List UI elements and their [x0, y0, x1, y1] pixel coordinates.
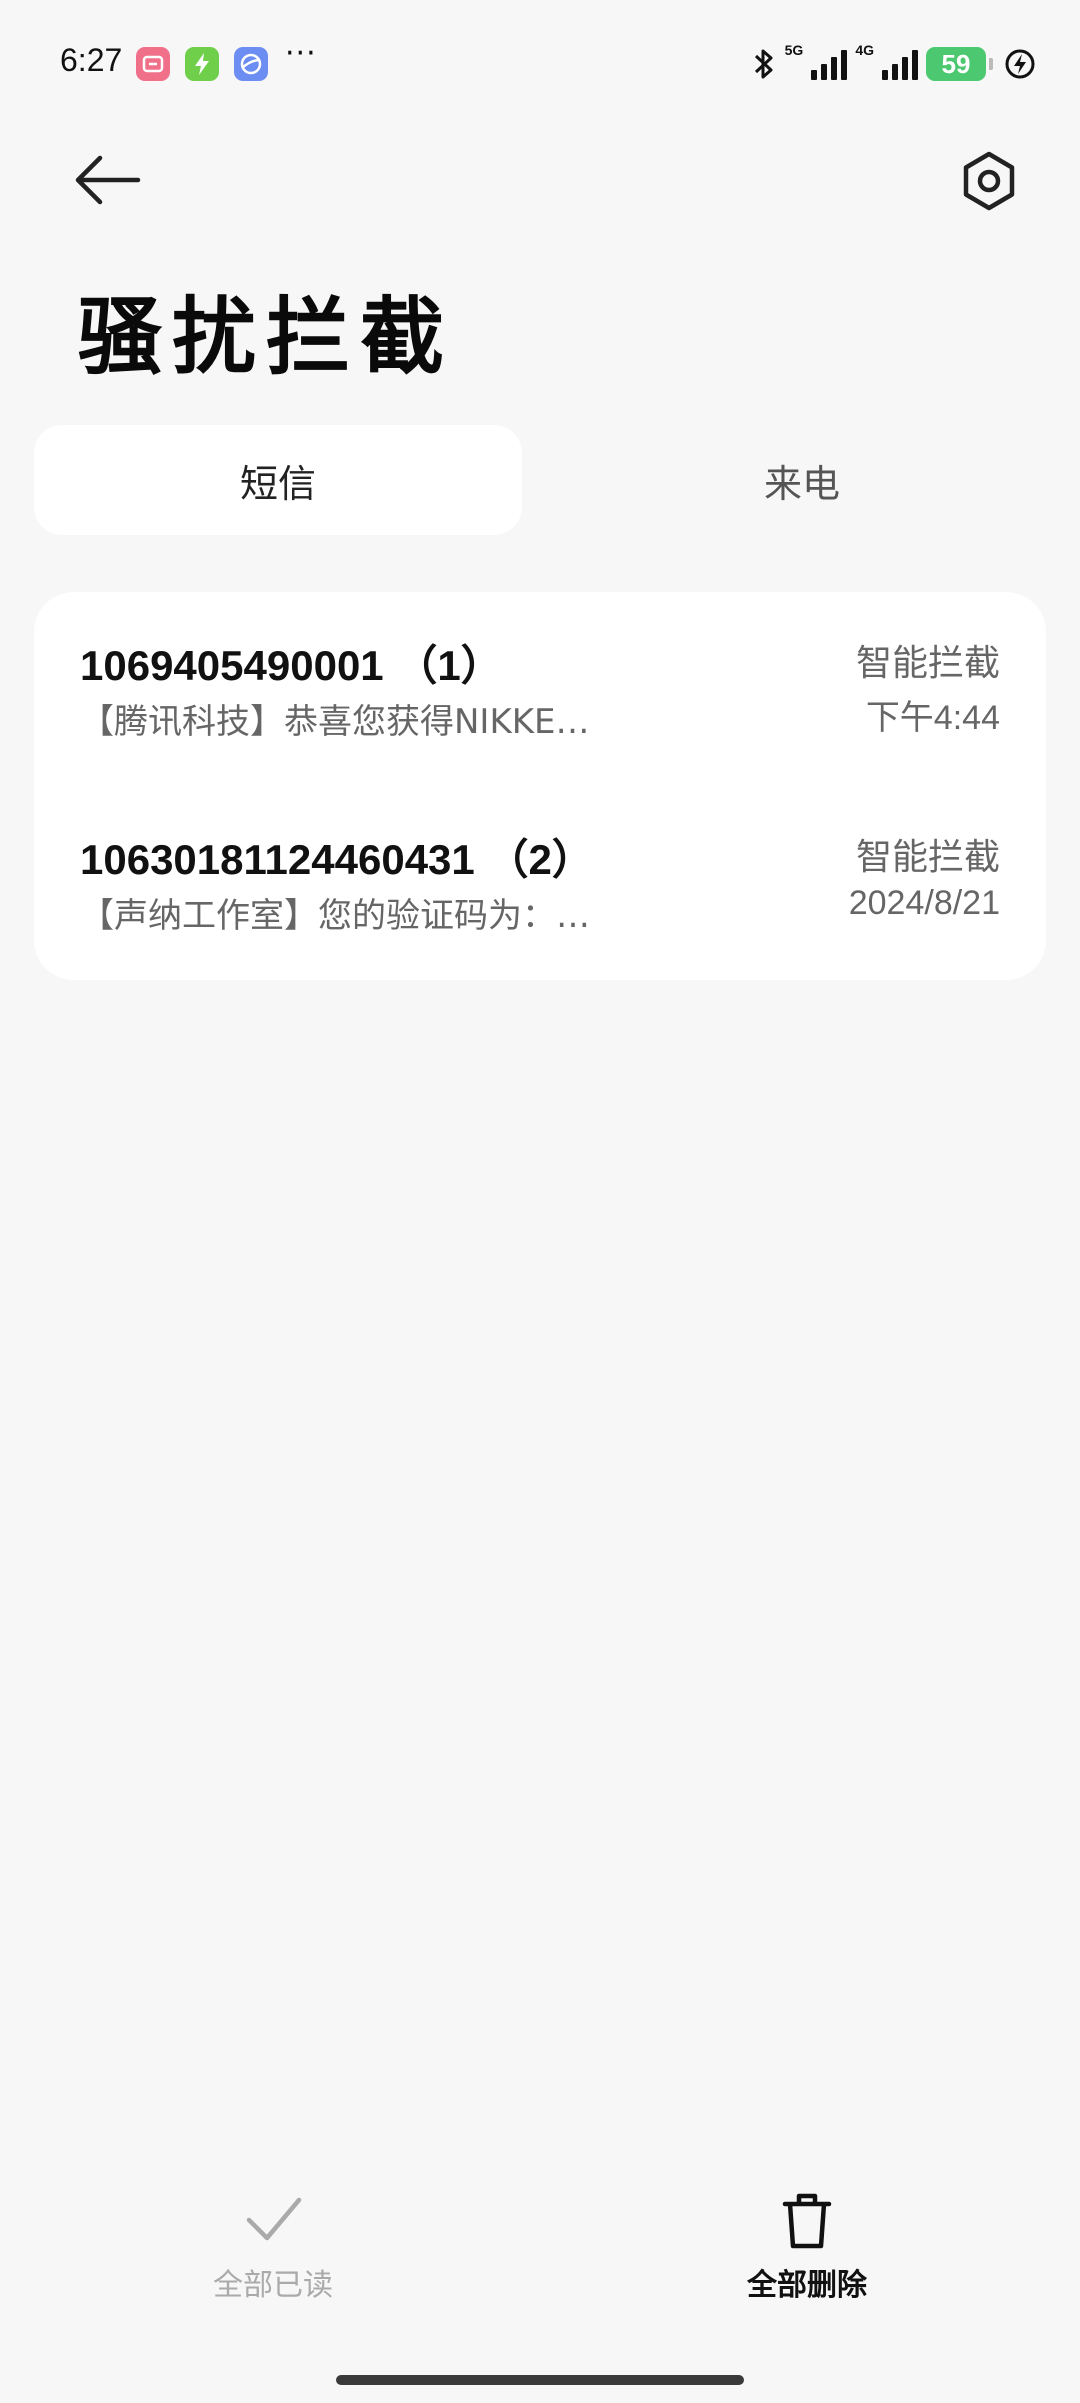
battery-level: 59 [941, 48, 971, 79]
trash-icon [782, 2193, 832, 2249]
message-preview: 【声纳工作室】您的验证码为：… [80, 896, 590, 936]
mark-all-read-label: 全部已读 [213, 2268, 333, 2303]
browser-app-icon [234, 47, 268, 81]
message-time: 下午4:44 [865, 699, 1000, 737]
back-button[interactable] [72, 150, 142, 210]
network-5g-label: 5G [784, 42, 804, 58]
battery-icon: 59 [926, 47, 993, 81]
signal-4g-icon [882, 48, 918, 80]
block-type-label: 智能拦截 [855, 837, 1000, 878]
charging-icon [1005, 49, 1035, 79]
page-title: 骚扰拦截 [78, 288, 455, 386]
message-sender: 1069405490001 （1） [80, 642, 503, 689]
home-indicator[interactable] [336, 2375, 744, 2385]
check-icon [246, 2197, 302, 2241]
tab-bar: 短信 来电 [34, 425, 1046, 535]
status-time: 6:27 [60, 42, 123, 78]
gear-icon [963, 151, 1015, 211]
tab-calls[interactable]: 来电 [558, 425, 1046, 535]
status-bar: 6:27 ··· 5G 4G 59 [0, 0, 1080, 130]
status-indicators: 5G 4G 59 [751, 42, 1038, 86]
message-preview: 【腾讯科技】恭喜您获得NIKKE… [80, 702, 590, 742]
app-notification-icon [136, 47, 170, 81]
message-time: 2024/8/21 [848, 884, 1000, 922]
settings-button[interactable] [958, 150, 1020, 212]
more-notifications-icon: ··· [285, 36, 317, 71]
message-list: 1069405490001 （1） 【腾讯科技】恭喜您获得NIKKE… 智能拦截… [34, 592, 1046, 980]
block-type-label: 智能拦截 [855, 643, 1000, 684]
delete-all-button[interactable]: 全部删除 [687, 2190, 927, 2320]
bolt-app-icon [185, 47, 219, 81]
message-item[interactable]: 10630181124460431 （2） 【声纳工作室】您的验证码为：… 智能… [34, 826, 1046, 976]
signal-5g-icon [811, 48, 848, 80]
arrow-left-icon [75, 155, 141, 205]
delete-all-label: 全部删除 [747, 2268, 867, 2303]
tab-sms[interactable]: 短信 [34, 425, 522, 535]
bluetooth-icon [754, 49, 773, 79]
mark-all-read-button[interactable]: 全部已读 [153, 2190, 393, 2320]
message-sender: 10630181124460431 （2） [80, 836, 594, 883]
message-item[interactable]: 1069405490001 （1） 【腾讯科技】恭喜您获得NIKKE… 智能拦截… [34, 632, 1046, 782]
network-4g-label: 4G [855, 42, 874, 58]
